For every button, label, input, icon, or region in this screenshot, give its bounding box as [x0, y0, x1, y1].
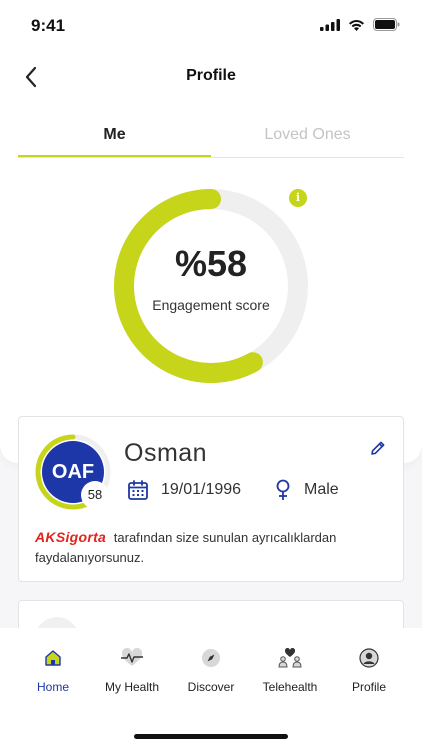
signal-icon	[320, 18, 340, 31]
profile-icon	[359, 648, 379, 668]
info-icon[interactable]: i	[289, 189, 307, 207]
engagement-label: Engagement score	[152, 297, 270, 313]
gender-value: Male	[304, 481, 339, 498]
nav-discover-label: Discover	[187, 680, 235, 694]
female-symbol-icon	[276, 479, 290, 500]
engagement-value: %58	[174, 243, 248, 284]
engagement-gauge	[114, 189, 308, 383]
user-name: Osman	[124, 439, 208, 467]
status-icons	[320, 18, 400, 31]
nav-profile[interactable]: Profile	[327, 646, 411, 694]
avatar: OAF 58	[35, 434, 111, 510]
nav-my-health[interactable]: My Health	[90, 646, 174, 694]
tab-me[interactable]: Me	[18, 118, 211, 157]
bottom-tab-bar: Home My Health Discover Telehealth Profi…	[0, 628, 422, 750]
nav-telehealth-label: Telehealth	[262, 680, 318, 694]
profile-card: OAF 58 Osman 19/01/1996 Male AKSigorta t…	[18, 416, 404, 582]
compass-icon	[202, 649, 220, 667]
telehealth-icon	[278, 648, 302, 668]
aksigorta-logo: AKSigorta	[35, 529, 107, 545]
home-icon	[45, 650, 61, 666]
heart-pulse-icon	[121, 648, 143, 666]
home-indicator	[134, 734, 288, 739]
tab-loved-ones[interactable]: Loved Ones	[211, 118, 404, 157]
page-title: Profile	[186, 67, 236, 84]
gender-row: Male	[274, 479, 339, 501]
status-time: 9:41	[31, 16, 66, 35]
nav-profile-label: Profile	[351, 680, 386, 694]
wifi-icon	[349, 19, 364, 31]
calendar-icon	[128, 480, 148, 500]
nav-telehealth[interactable]: Telehealth	[248, 646, 332, 694]
status-bar: 9:41	[0, 0, 422, 50]
nav-discover[interactable]: Discover	[169, 646, 253, 694]
nav-my-health-label: My Health	[104, 680, 160, 694]
battery-icon	[373, 18, 400, 31]
avatar-score-badge: 58	[81, 481, 109, 509]
birth-date: 19/01/1996	[161, 481, 242, 498]
nav-home-label: Home	[36, 680, 69, 694]
sponsor-notice: AKSigorta tarafından size sunulan ayrıca…	[35, 527, 395, 568]
birth-date-row: 19/01/1996	[127, 479, 241, 501]
edit-pencil-icon[interactable]	[369, 439, 387, 457]
segment-tabs: Me Loved Ones	[18, 118, 404, 158]
gauge-progress-arc	[114, 189, 263, 383]
nav-bar: Profile	[0, 55, 422, 99]
nav-home[interactable]: Home	[11, 646, 95, 694]
